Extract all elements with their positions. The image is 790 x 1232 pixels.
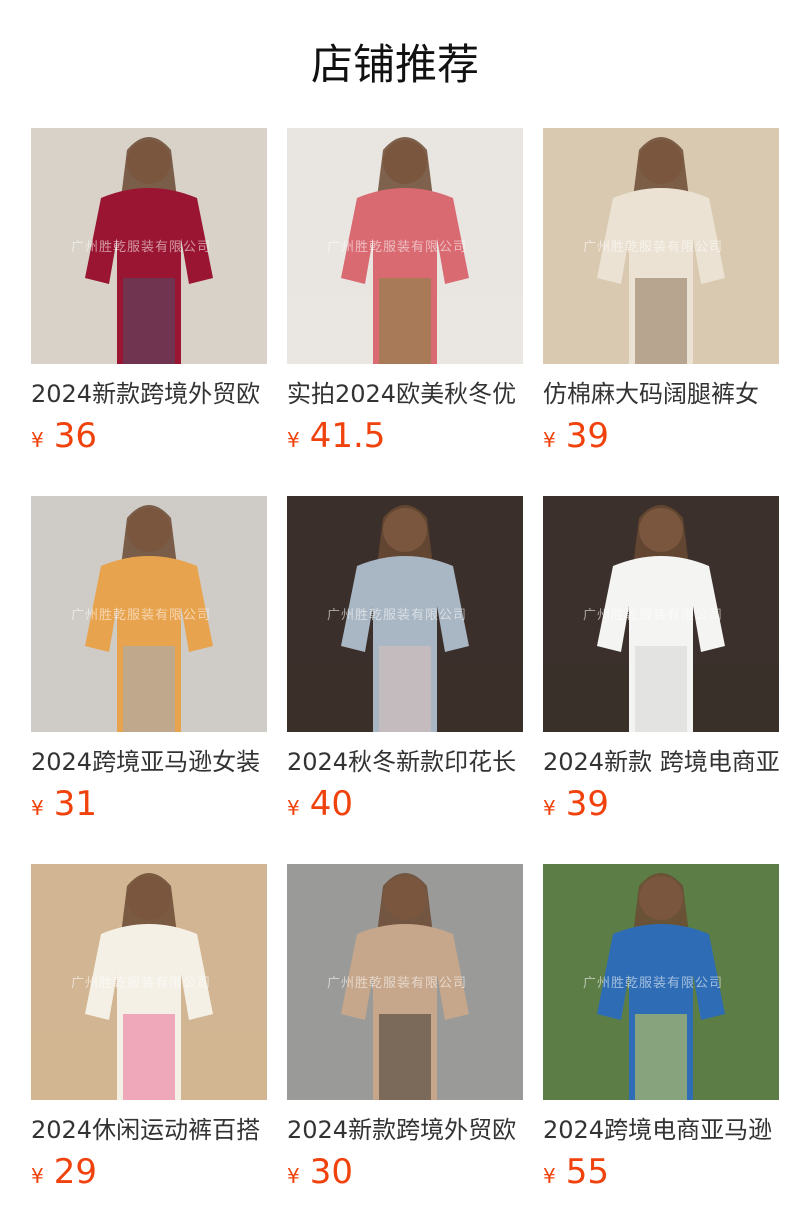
product-card[interactable]: 广州胜乾服装有限公司 2024新款 跨境电商亚 ¥39: [543, 496, 779, 864]
watermark-text: 广州胜乾服装有限公司: [583, 240, 724, 255]
price-value: 40: [309, 784, 353, 824]
product-title[interactable]: 仿棉麻大码阔腿裤女: [543, 378, 779, 410]
product-title[interactable]: 实拍2024欧美秋冬优: [287, 378, 523, 410]
price-value: 39: [565, 416, 609, 456]
product-price: ¥39: [543, 416, 779, 456]
striped-dress-photo[interactable]: 广州胜乾服装有限公司: [543, 864, 779, 1100]
floral-pants-photo[interactable]: 广州胜乾服装有限公司: [31, 864, 267, 1100]
currency-symbol: ¥: [543, 428, 556, 452]
price-value: 30: [309, 1152, 353, 1192]
product-title[interactable]: 2024新款跨境外贸欧: [287, 1114, 523, 1146]
product-card[interactable]: 广州胜乾服装有限公司 2024休闲运动裤百搭 ¥29: [31, 864, 267, 1232]
product-grid: 广州胜乾服装有限公司 2024新款跨境外贸欧 ¥36 广州胜乾服装有限公司 实拍2024…: [31, 128, 790, 1232]
product-card[interactable]: 广州胜乾服装有限公司 2024新款跨境外贸欧 ¥30: [287, 864, 523, 1232]
price-value: 55: [565, 1152, 609, 1192]
beige-blouse-photo[interactable]: 广州胜乾服装有限公司: [287, 864, 523, 1100]
product-card[interactable]: 广州胜乾服装有限公司仿棉麻大码阔腿裤女 ¥39: [543, 128, 779, 496]
floral-dress-photo[interactable]: 广州胜乾服装有限公司: [31, 496, 267, 732]
product-price: ¥30: [287, 1152, 523, 1192]
currency-symbol: ¥: [31, 796, 44, 820]
currency-symbol: ¥: [287, 428, 300, 452]
price-value: 29: [53, 1152, 97, 1192]
product-title[interactable]: 2024休闲运动裤百搭: [31, 1114, 267, 1146]
recommendation-page: 店铺推荐 广州胜乾服装有限公司 2024新款跨境外贸欧 ¥36 广州胜乾服装有限公司实…: [0, 0, 790, 1232]
white-top-photo[interactable]: 广州胜乾服装有限公司: [543, 496, 779, 732]
floral-top-photo[interactable]: 广州胜乾服装有限公司: [287, 496, 523, 732]
product-title[interactable]: 2024跨境亚马逊女装: [31, 746, 267, 778]
price-value: 36: [53, 416, 97, 456]
watermark-text: 广州胜乾服装有限公司: [71, 976, 212, 991]
currency-symbol: ¥: [543, 1164, 556, 1188]
product-card[interactable]: 广州胜乾服装有限公司 2024跨境电商亚马逊 ¥55: [543, 864, 779, 1232]
product-title[interactable]: 2024新款 跨境电商亚: [543, 746, 779, 778]
watermark-text: 广州胜乾服装有限公司: [327, 608, 468, 623]
product-card[interactable]: 广州胜乾服装有限公司实拍2024欧美秋冬优 ¥41.5: [287, 128, 523, 496]
currency-symbol: ¥: [287, 1164, 300, 1188]
product-price: ¥41.5: [287, 416, 523, 456]
currency-symbol: ¥: [543, 796, 556, 820]
product-card[interactable]: 广州胜乾服装有限公司 2024秋冬新款印花长 ¥40: [287, 496, 523, 864]
watermark-text: 广州胜乾服装有限公司: [327, 240, 468, 255]
product-price: ¥36: [31, 416, 267, 456]
product-title[interactable]: 2024新款跨境外贸欧: [31, 378, 267, 410]
product-card[interactable]: 广州胜乾服装有限公司 2024新款跨境外贸欧 ¥36: [31, 128, 267, 496]
product-title[interactable]: 2024跨境电商亚马逊: [543, 1114, 779, 1146]
watermark-text: 广州胜乾服装有限公司: [71, 240, 212, 255]
product-card[interactable]: 广州胜乾服装有限公司 2024跨境亚马逊女装 ¥31: [31, 496, 267, 864]
price-value: 41.5: [309, 416, 386, 456]
watermark-text: 广州胜乾服装有限公司: [583, 608, 724, 623]
currency-symbol: ¥: [31, 1164, 44, 1188]
linen-pants-photo[interactable]: 广州胜乾服装有限公司: [543, 128, 779, 364]
product-title[interactable]: 2024秋冬新款印花长: [287, 746, 523, 778]
red-blouse-photo[interactable]: 广州胜乾服装有限公司: [31, 128, 267, 364]
watermark-text: 广州胜乾服装有限公司: [327, 976, 468, 991]
currency-symbol: ¥: [31, 428, 44, 452]
page-title: 店铺推荐: [310, 40, 479, 89]
watermark-text: 广州胜乾服装有限公司: [583, 976, 724, 991]
product-price: ¥29: [31, 1152, 267, 1192]
product-price: ¥40: [287, 784, 523, 824]
product-price: ¥55: [543, 1152, 779, 1192]
currency-symbol: ¥: [287, 796, 300, 820]
price-value: 39: [565, 784, 609, 824]
pink-dress-photo[interactable]: 广州胜乾服装有限公司: [287, 128, 523, 364]
price-value: 31: [53, 784, 97, 824]
watermark-text: 广州胜乾服装有限公司: [71, 608, 212, 623]
product-price: ¥31: [31, 784, 267, 824]
product-price: ¥39: [543, 784, 779, 824]
